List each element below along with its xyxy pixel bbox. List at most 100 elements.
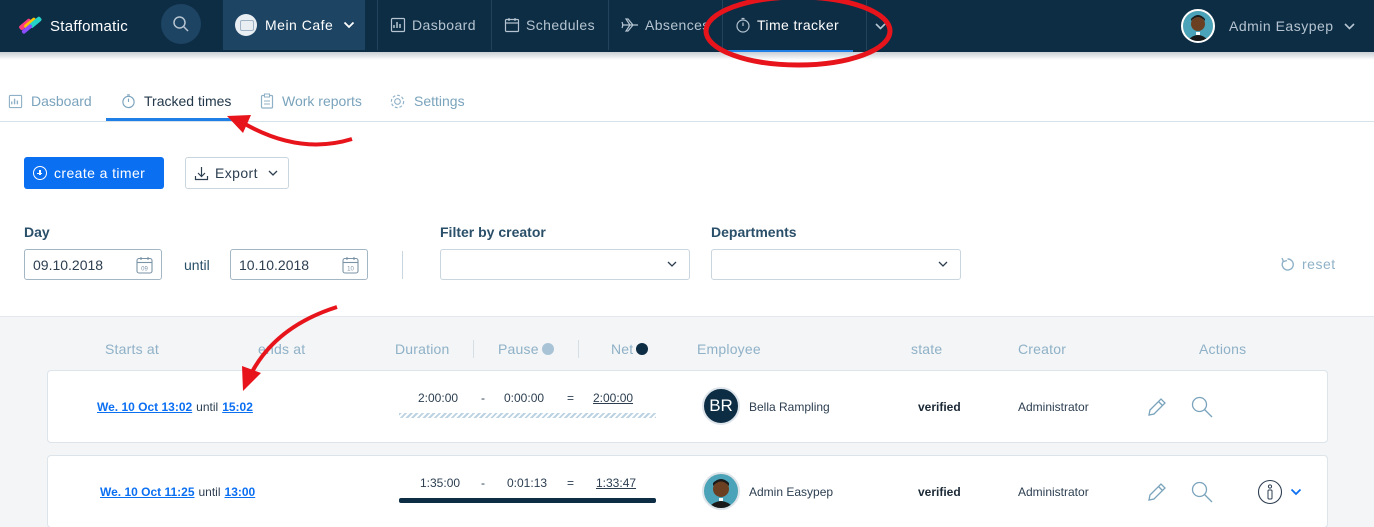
from-date-input[interactable]: 09.10.2018 09: [24, 249, 162, 280]
header-ends-at: ends at: [258, 341, 306, 357]
creator-name: Administrator: [1018, 485, 1089, 499]
creator-select[interactable]: [440, 249, 690, 280]
calendar-icon: [504, 18, 520, 33]
download-icon: [194, 166, 209, 180]
subtab-settings[interactable]: Settings: [389, 80, 465, 122]
chevron-down-icon: [268, 170, 278, 176]
start-time-link[interactable]: We. 10 Oct 13:02: [97, 400, 192, 414]
duration-value: 2:00:00: [418, 391, 459, 405]
chevron-down-icon: [875, 23, 886, 30]
header-state: state: [911, 341, 943, 357]
user-menu[interactable]: Admin Easypep: [1181, 9, 1355, 43]
export-button[interactable]: Export: [185, 157, 289, 189]
subtab-tracked-times-label: Tracked times: [144, 93, 232, 109]
search-icon[interactable]: [1190, 395, 1214, 419]
subtab-settings-label: Settings: [414, 93, 465, 109]
start-time-link[interactable]: We. 10 Oct 11:25: [100, 485, 195, 499]
employee-name: Bella Rampling: [749, 400, 830, 414]
end-time-link[interactable]: 13:00: [225, 485, 256, 499]
header-starts-at: Starts at: [105, 341, 159, 357]
search-button[interactable]: [161, 4, 201, 44]
nav-schedules-label: Schedules: [526, 17, 595, 33]
top-navbar: Staffomatic Mein Cafe Dasboard Schedules…: [0, 0, 1374, 53]
subtab-active-indicator: [106, 118, 233, 121]
subtab-work-reports[interactable]: Work reports: [260, 80, 362, 122]
pause-legend-dot: [541, 343, 554, 355]
clipboard-icon: [260, 93, 274, 109]
minus-sign: -: [481, 391, 485, 405]
departments-label: Departments: [711, 224, 797, 240]
search-icon: [173, 16, 189, 32]
to-date-input[interactable]: 10.10.2018 10: [230, 249, 368, 280]
until-text: until: [198, 485, 221, 499]
nav-more-button[interactable]: [866, 0, 894, 50]
creator-filter-label: Filter by creator: [440, 224, 546, 240]
calendar-icon[interactable]: 09: [136, 256, 153, 274]
header-divider: [473, 340, 474, 358]
workspace-selector[interactable]: Mein Cafe: [223, 0, 365, 50]
table-row: We. 10 Oct 11:25 until 13:00 1:35:00 - 0:0…: [47, 455, 1328, 527]
header-creator: Creator: [1018, 341, 1067, 357]
header-net: Net: [611, 341, 649, 357]
user-name: Admin Easypep: [1229, 18, 1334, 34]
time-range: We. 10 Oct 11:25 until 13:00: [100, 485, 255, 499]
departments-select[interactable]: [711, 249, 961, 280]
cafe-icon: [235, 14, 257, 36]
net-legend-dot: [636, 343, 649, 355]
header-duration: Duration: [395, 341, 450, 357]
pencil-icon[interactable]: [1145, 480, 1169, 504]
employee-name: Admin Easypep: [749, 485, 834, 499]
export-label: Export: [215, 165, 258, 181]
svg-text:09: 09: [141, 267, 148, 273]
plus-circle-icon: [33, 166, 47, 180]
equals-sign: =: [567, 391, 575, 405]
nav-time-tracker-label: Time tracker: [757, 17, 840, 33]
chevron-down-icon: [1343, 22, 1355, 30]
header-net-label: Net: [611, 341, 634, 357]
navbar-shadow: [0, 52, 1374, 60]
end-time-link[interactable]: 15:02: [222, 400, 253, 414]
reset-icon: [1281, 257, 1294, 271]
time-range: We. 10 Oct 13:02 until 15:02: [97, 400, 253, 414]
employee-avatar: [702, 472, 740, 510]
nav-dashboard-label: Dasboard: [412, 17, 476, 33]
stopwatch-icon: [122, 94, 135, 109]
nav-absences-label: Absences: [645, 17, 710, 33]
subtab-dashboard[interactable]: Dasboard: [8, 80, 92, 122]
chevron-down-icon[interactable]: [1290, 488, 1302, 496]
header-actions: Actions: [1199, 341, 1247, 357]
chevron-down-icon: [667, 261, 677, 267]
header-employee: Employee: [697, 341, 761, 357]
table-row: We. 10 Oct 13:02 until 15:02 2:00:00 - 0:0…: [47, 370, 1328, 443]
state-badge: verified: [918, 400, 961, 414]
pencil-icon[interactable]: [1145, 395, 1169, 419]
header-pause-label: Pause: [498, 341, 539, 357]
pause-value: 0:00:00: [504, 391, 545, 405]
creator-name: Administrator: [1018, 400, 1089, 414]
filter-divider: [402, 251, 403, 279]
reset-button[interactable]: reset: [1280, 256, 1336, 272]
create-timer-button[interactable]: create a timer: [24, 157, 164, 189]
stopwatch-icon: [736, 17, 750, 33]
until-text: until: [196, 400, 219, 414]
info-details-icon[interactable]: [1257, 479, 1283, 505]
subtab-bar: Dasboard Tracked times Work reports Sett…: [0, 80, 1374, 122]
dashboard-icon: [390, 17, 406, 33]
reset-label: reset: [1302, 256, 1336, 272]
subtab-dashboard-label: Dasboard: [31, 93, 92, 109]
nav-schedules[interactable]: Schedules: [491, 0, 608, 50]
calendar-icon[interactable]: 10: [342, 256, 359, 274]
search-icon[interactable]: [1190, 480, 1214, 504]
nav-dashboard[interactable]: Dasboard: [377, 0, 491, 50]
subtab-work-reports-label: Work reports: [282, 93, 362, 109]
from-date-value: 09.10.2018: [33, 256, 104, 273]
arrow-to-tracked-times: [244, 122, 353, 147]
subtab-tracked-times[interactable]: Tracked times: [121, 80, 231, 122]
brand-name: Staffomatic: [50, 17, 129, 35]
svg-text:10: 10: [347, 267, 354, 273]
state-badge: verified: [918, 485, 961, 499]
brand[interactable]: Staffomatic: [0, 0, 150, 52]
nav-time-tracker[interactable]: Time tracker: [722, 0, 853, 50]
nav-absences[interactable]: Absences: [608, 0, 722, 50]
to-date-value: 10.10.2018: [239, 256, 310, 273]
